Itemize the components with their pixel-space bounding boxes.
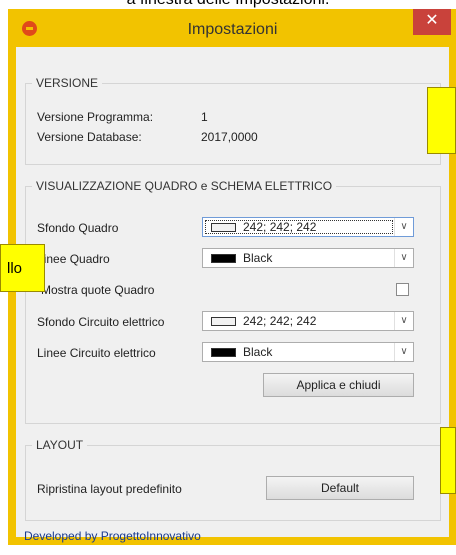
db-version-value: 2017,0000 <box>201 130 258 144</box>
sfondo-circuito-label: Sfondo Circuito elettrico <box>37 315 165 329</box>
settings-window: Impostazioni ✕ VERSIONE Versione Program… <box>8 9 456 545</box>
title-bar: Impostazioni ✕ <box>8 9 456 47</box>
close-button[interactable]: ✕ <box>413 9 451 35</box>
linee-circuito-select[interactable]: Black ∨ <box>202 342 414 362</box>
default-button[interactable]: Default <box>266 476 414 500</box>
mostra-quote-checkbox[interactable] <box>396 283 409 296</box>
reset-layout-label: Ripristina layout predefinito <box>37 482 182 496</box>
sfondo-quadro-value: 242; 242; 242 <box>243 220 317 234</box>
linee-quadro-label: Linee Quadro <box>37 252 110 266</box>
chevron-down-icon[interactable]: ∨ <box>394 218 413 236</box>
window-client: VERSIONE Versione Programma: 1 Versione … <box>16 47 449 543</box>
chevron-down-icon[interactable]: ∨ <box>394 249 413 267</box>
group-visualizzazione-title: VISUALIZZAZIONE QUADRO e SCHEMA ELETTRIC… <box>32 179 337 193</box>
sfondo-circuito-select[interactable]: 242; 242; 242 ∨ <box>202 311 414 331</box>
window-title: Impostazioni <box>187 21 278 38</box>
db-version-label: Versione Database: <box>37 130 142 144</box>
linee-quadro-value: Black <box>243 251 273 265</box>
callout-box-right-top <box>427 87 456 154</box>
apply-close-button[interactable]: Applica e chiudi <box>263 373 414 397</box>
chevron-down-icon[interactable]: ∨ <box>394 343 413 361</box>
color-swatch <box>211 317 236 326</box>
chevron-down-icon[interactable]: ∨ <box>394 312 413 330</box>
group-visualizzazione: VISUALIZZAZIONE QUADRO e SCHEMA ELETTRIC… <box>25 179 441 424</box>
linee-circuito-label: Linee Circuito elettrico <box>37 346 156 360</box>
program-version-label: Versione Programma: <box>37 110 154 124</box>
mostra-quote-label: Mostra quote Quadro <box>41 283 155 297</box>
close-icon: ✕ <box>425 12 439 29</box>
group-versione: VERSIONE Versione Programma: 1 Versione … <box>25 76 441 165</box>
color-swatch <box>211 348 236 357</box>
sfondo-quadro-label: Sfondo Quadro <box>37 221 119 235</box>
group-layout-title: LAYOUT <box>32 438 88 452</box>
sfondo-circuito-value: 242; 242; 242 <box>243 314 317 328</box>
sfondo-quadro-select[interactable]: 242; 242; 242 ∨ <box>202 217 414 237</box>
callout-left-text: llo <box>7 260 23 277</box>
program-version-value: 1 <box>201 110 208 124</box>
callout-box-left: llo <box>0 244 45 292</box>
color-swatch <box>211 223 236 232</box>
color-swatch <box>211 254 236 263</box>
developer-link[interactable]: Developed by ProgettoInnovativo <box>24 529 201 543</box>
linee-circuito-value: Black <box>243 345 273 359</box>
group-layout: LAYOUT Ripristina layout predefinito Def… <box>25 438 441 521</box>
top-caption: a finestra delle Impostazioni. <box>0 0 456 8</box>
linee-quadro-select[interactable]: Black ∨ <box>202 248 414 268</box>
group-versione-title: VERSIONE <box>32 76 103 90</box>
callout-box-right-bottom <box>440 427 456 494</box>
